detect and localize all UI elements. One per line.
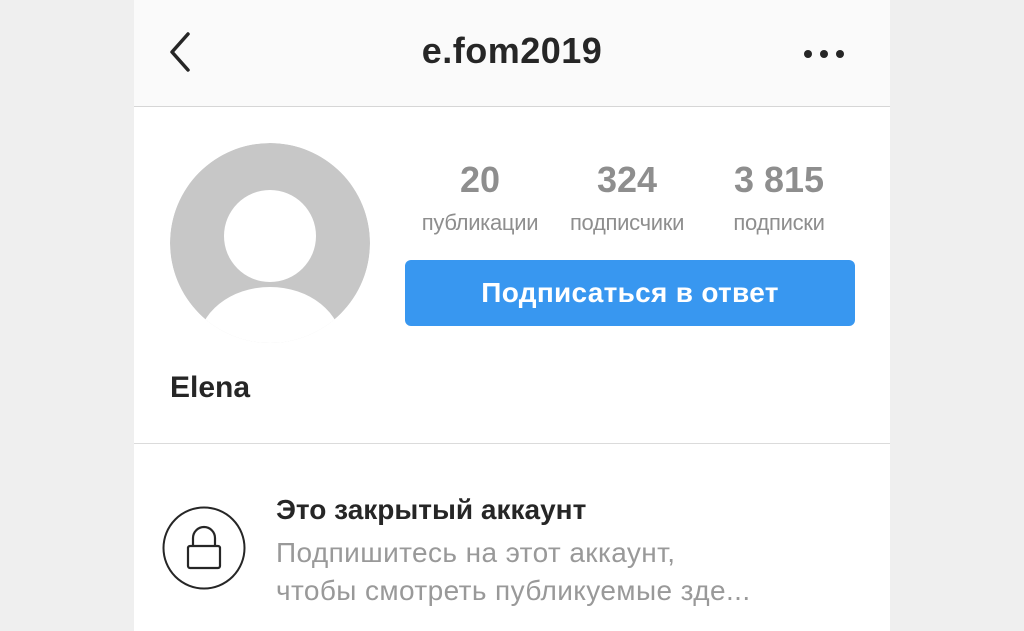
followers-count: 324 (596, 159, 658, 200)
lock-icon (162, 506, 246, 590)
followers-label: подписчики (569, 210, 685, 235)
profile-username-title: e.fom2019 (421, 30, 603, 71)
stat-followers[interactable]: 324 подписчики (552, 155, 702, 239)
top-navigation-bar: e.fom2019 (134, 0, 890, 107)
more-options-button[interactable] (798, 34, 850, 74)
avatar[interactable] (170, 143, 370, 343)
private-account-title: Это закрытый аккаунт (276, 494, 587, 525)
following-count: 3 815 (733, 159, 825, 200)
private-account-notice: Это закрытый аккаунт Подпишитесь на этот… (134, 444, 890, 631)
following-label: подписки (733, 210, 825, 235)
private-description-line-2: чтобы смотреть публикуемые зде... (276, 575, 751, 606)
profile-stats: 20 публикации 324 подписчики 3 815 подпи… (404, 155, 856, 245)
posts-count: 20 (459, 159, 501, 200)
profile-display-name: Elena (170, 371, 251, 404)
stat-posts[interactable]: 20 публикации (404, 155, 556, 239)
follow-back-button[interactable]: Подписаться в ответ (405, 260, 855, 326)
more-horizontal-icon (804, 50, 844, 58)
posts-label: публикации (421, 210, 539, 235)
private-account-description: Подпишитесь на этот аккаунт, чтобы смотр… (276, 534, 856, 610)
private-description-line-1: Подпишитесь на этот аккаунт, (276, 537, 676, 568)
profile-header: 20 публикации 324 подписчики 3 815 подпи… (134, 107, 890, 443)
default-avatar-icon (170, 143, 370, 343)
lock-badge (162, 506, 246, 590)
profile-screen: e.fom2019 20 публикации 324 подписчики 3… (134, 0, 890, 631)
stat-following[interactable]: 3 815 подписки (702, 155, 856, 239)
